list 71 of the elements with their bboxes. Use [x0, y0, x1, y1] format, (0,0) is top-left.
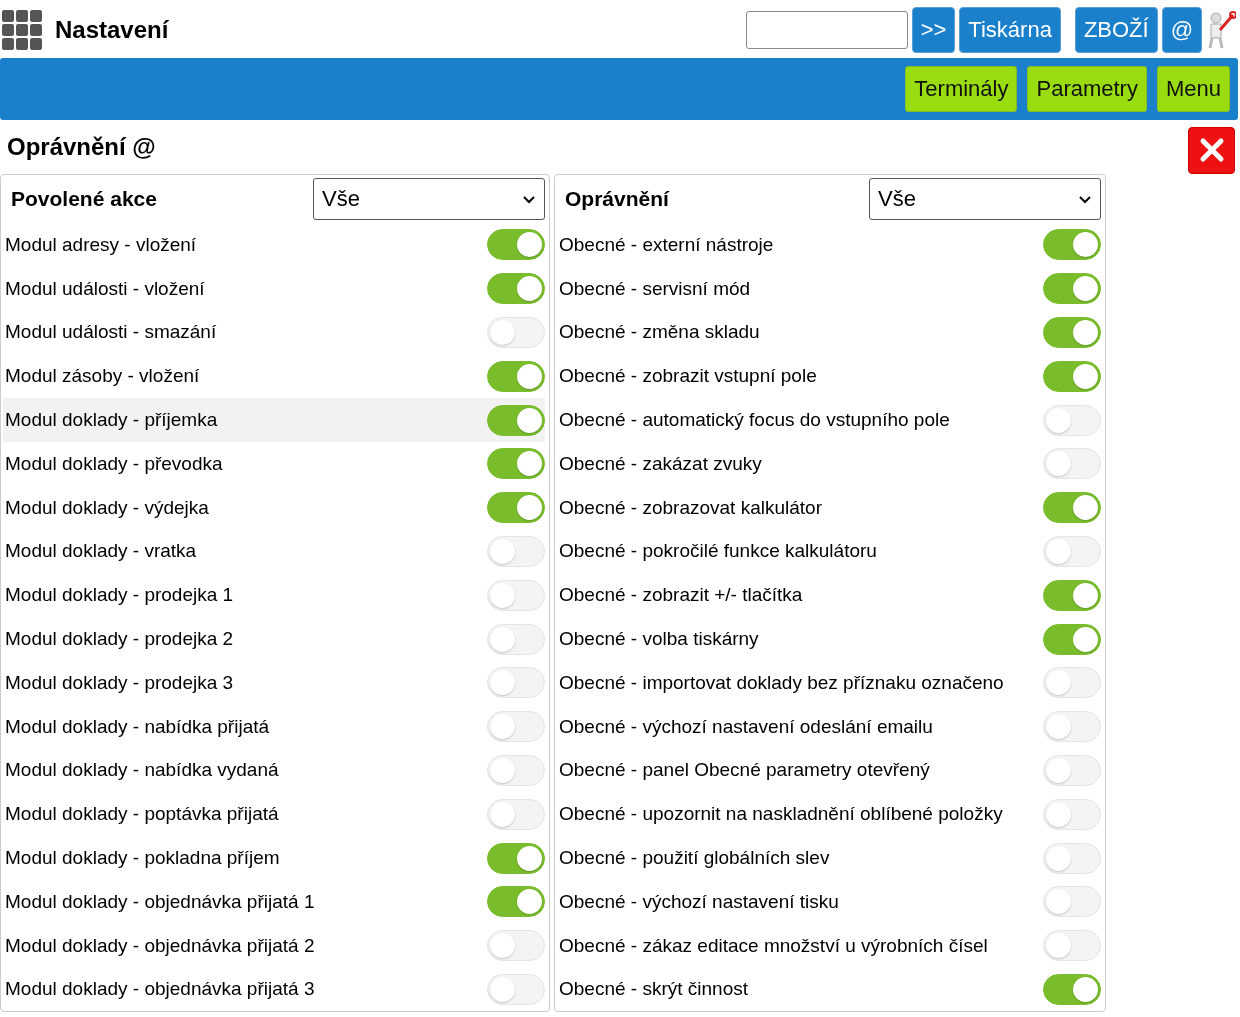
permission-label: Obecné - zobrazit vstupní pole [559, 365, 817, 388]
permission-label: Obecné - zobrazit +/- tlačítka [559, 584, 803, 607]
permission-label: Obecné - zobrazovat kalkulátor [559, 496, 822, 519]
permission-label: Modul doklady - nabídka vydaná [5, 759, 279, 782]
toggle-switch[interactable] [1043, 623, 1101, 655]
permission-label: Obecné - externí nástroje [559, 233, 774, 256]
permission-label: Modul doklady - objednávka přijatá 2 [5, 934, 315, 957]
panel-title: Povolené akce [10, 187, 157, 211]
header-button[interactable]: Tiskárna [959, 7, 1061, 53]
permission-label: Modul doklady - prodejka 1 [5, 584, 234, 607]
permission-label: Obecné - importovat doklady bez příznaku označeno [559, 671, 1004, 694]
toggle-switch[interactable] [487, 404, 545, 436]
panel-title: Oprávnění [564, 187, 669, 211]
permission-label: Obecné - panel Obecné parametry otevřený [559, 759, 930, 782]
filter-dropdown[interactable]: Vše [869, 178, 1101, 220]
permission-label: Modul doklady - pokladna příjem [5, 847, 280, 870]
permission-label: Obecné - změna skladu [559, 321, 760, 344]
permission-label: Obecné - skrýt činnost [559, 978, 749, 1001]
header-button[interactable]: ZBOŽÍ [1074, 7, 1158, 53]
section-title: Oprávnění @ [7, 133, 156, 161]
permission-label: Obecné - automatický focus do vstupního pole [559, 409, 950, 432]
permission-label: Obecné - zakázat zvuky [559, 452, 762, 475]
permission-label: Obecné - servisní mód [559, 277, 751, 300]
search-field[interactable] [745, 11, 908, 49]
toggle-switch[interactable] [1043, 229, 1101, 261]
close-button[interactable] [1188, 126, 1235, 174]
permission-label: Modul doklady - převodka [5, 452, 223, 475]
toggle-switch[interactable] [487, 492, 545, 524]
permission-label: Obecné - zákaz editace množství u výrobních čísel [559, 934, 988, 957]
permission-label: Modul doklady - objednávka přijatá 3 [5, 978, 315, 1001]
permission-label: Modul doklady - poptávka přijatá [5, 803, 279, 826]
permission-label: Obecné - použití globálních slev [559, 847, 830, 870]
permission-label: Modul zásoby - vložení [5, 365, 200, 388]
permission-label: Obecné - výchozí nastavení tisku [559, 890, 839, 913]
toggle-switch[interactable] [487, 360, 545, 392]
nav-button[interactable]: Parametry [1027, 66, 1147, 112]
permission-label: Modul doklady - příjemka [5, 409, 218, 432]
toggle-switch[interactable] [487, 229, 545, 261]
nav-button[interactable]: Menu [1156, 66, 1230, 112]
permission-label: Modul doklady - prodejka 2 [5, 628, 234, 651]
toggle-switch[interactable] [1043, 492, 1101, 524]
wrench-figure-icon[interactable] [1206, 10, 1236, 50]
permission-label: Obecné - volba tiskárny [559, 628, 759, 651]
permission-label: Obecné - výchozí nastavení odeslání emailu [559, 715, 933, 738]
toggle-switch[interactable] [487, 886, 545, 918]
grid-menu-icon[interactable] [1, 9, 43, 51]
permission-label: Modul doklady - výdejka [5, 496, 209, 519]
nav-button[interactable]: Terminály [905, 66, 1018, 112]
permission-label: Modul doklady - vratka [5, 540, 197, 563]
permission-label: Modul události - vložení [5, 277, 205, 300]
chevron-down-icon [1078, 194, 1092, 204]
toggle-switch[interactable] [1043, 273, 1101, 305]
permission-label: Modul doklady - objednávka přijatá 1 [5, 890, 315, 913]
permission-label: Modul doklady - nabídka přijatá [5, 715, 270, 738]
toggle-switch[interactable] [1043, 360, 1101, 392]
toggle-switch[interactable] [487, 842, 545, 874]
go-button[interactable]: >> [911, 7, 956, 53]
permission-label: Modul události - smazání [5, 321, 217, 344]
filter-dropdown[interactable]: Vše [313, 178, 545, 220]
permission-label: Modul doklady - prodejka 3 [5, 671, 234, 694]
toggle-switch[interactable] [1043, 973, 1101, 1005]
page-title: Nastavení [55, 16, 169, 44]
toggle-switch[interactable] [487, 273, 545, 305]
permission-label: Modul adresy - vložení [5, 233, 197, 256]
chevron-down-icon [522, 194, 536, 204]
toggle-switch[interactable] [487, 448, 545, 480]
toggle-switch[interactable] [1043, 317, 1101, 348]
toggle-switch[interactable] [1043, 579, 1101, 611]
permission-label: Obecné - pokročilé funkce kalkulátoru [559, 540, 877, 563]
header-button[interactable]: @ [1161, 7, 1202, 53]
permission-label: Obecné - upozornit na naskladnění oblíbené položky [559, 803, 1003, 826]
